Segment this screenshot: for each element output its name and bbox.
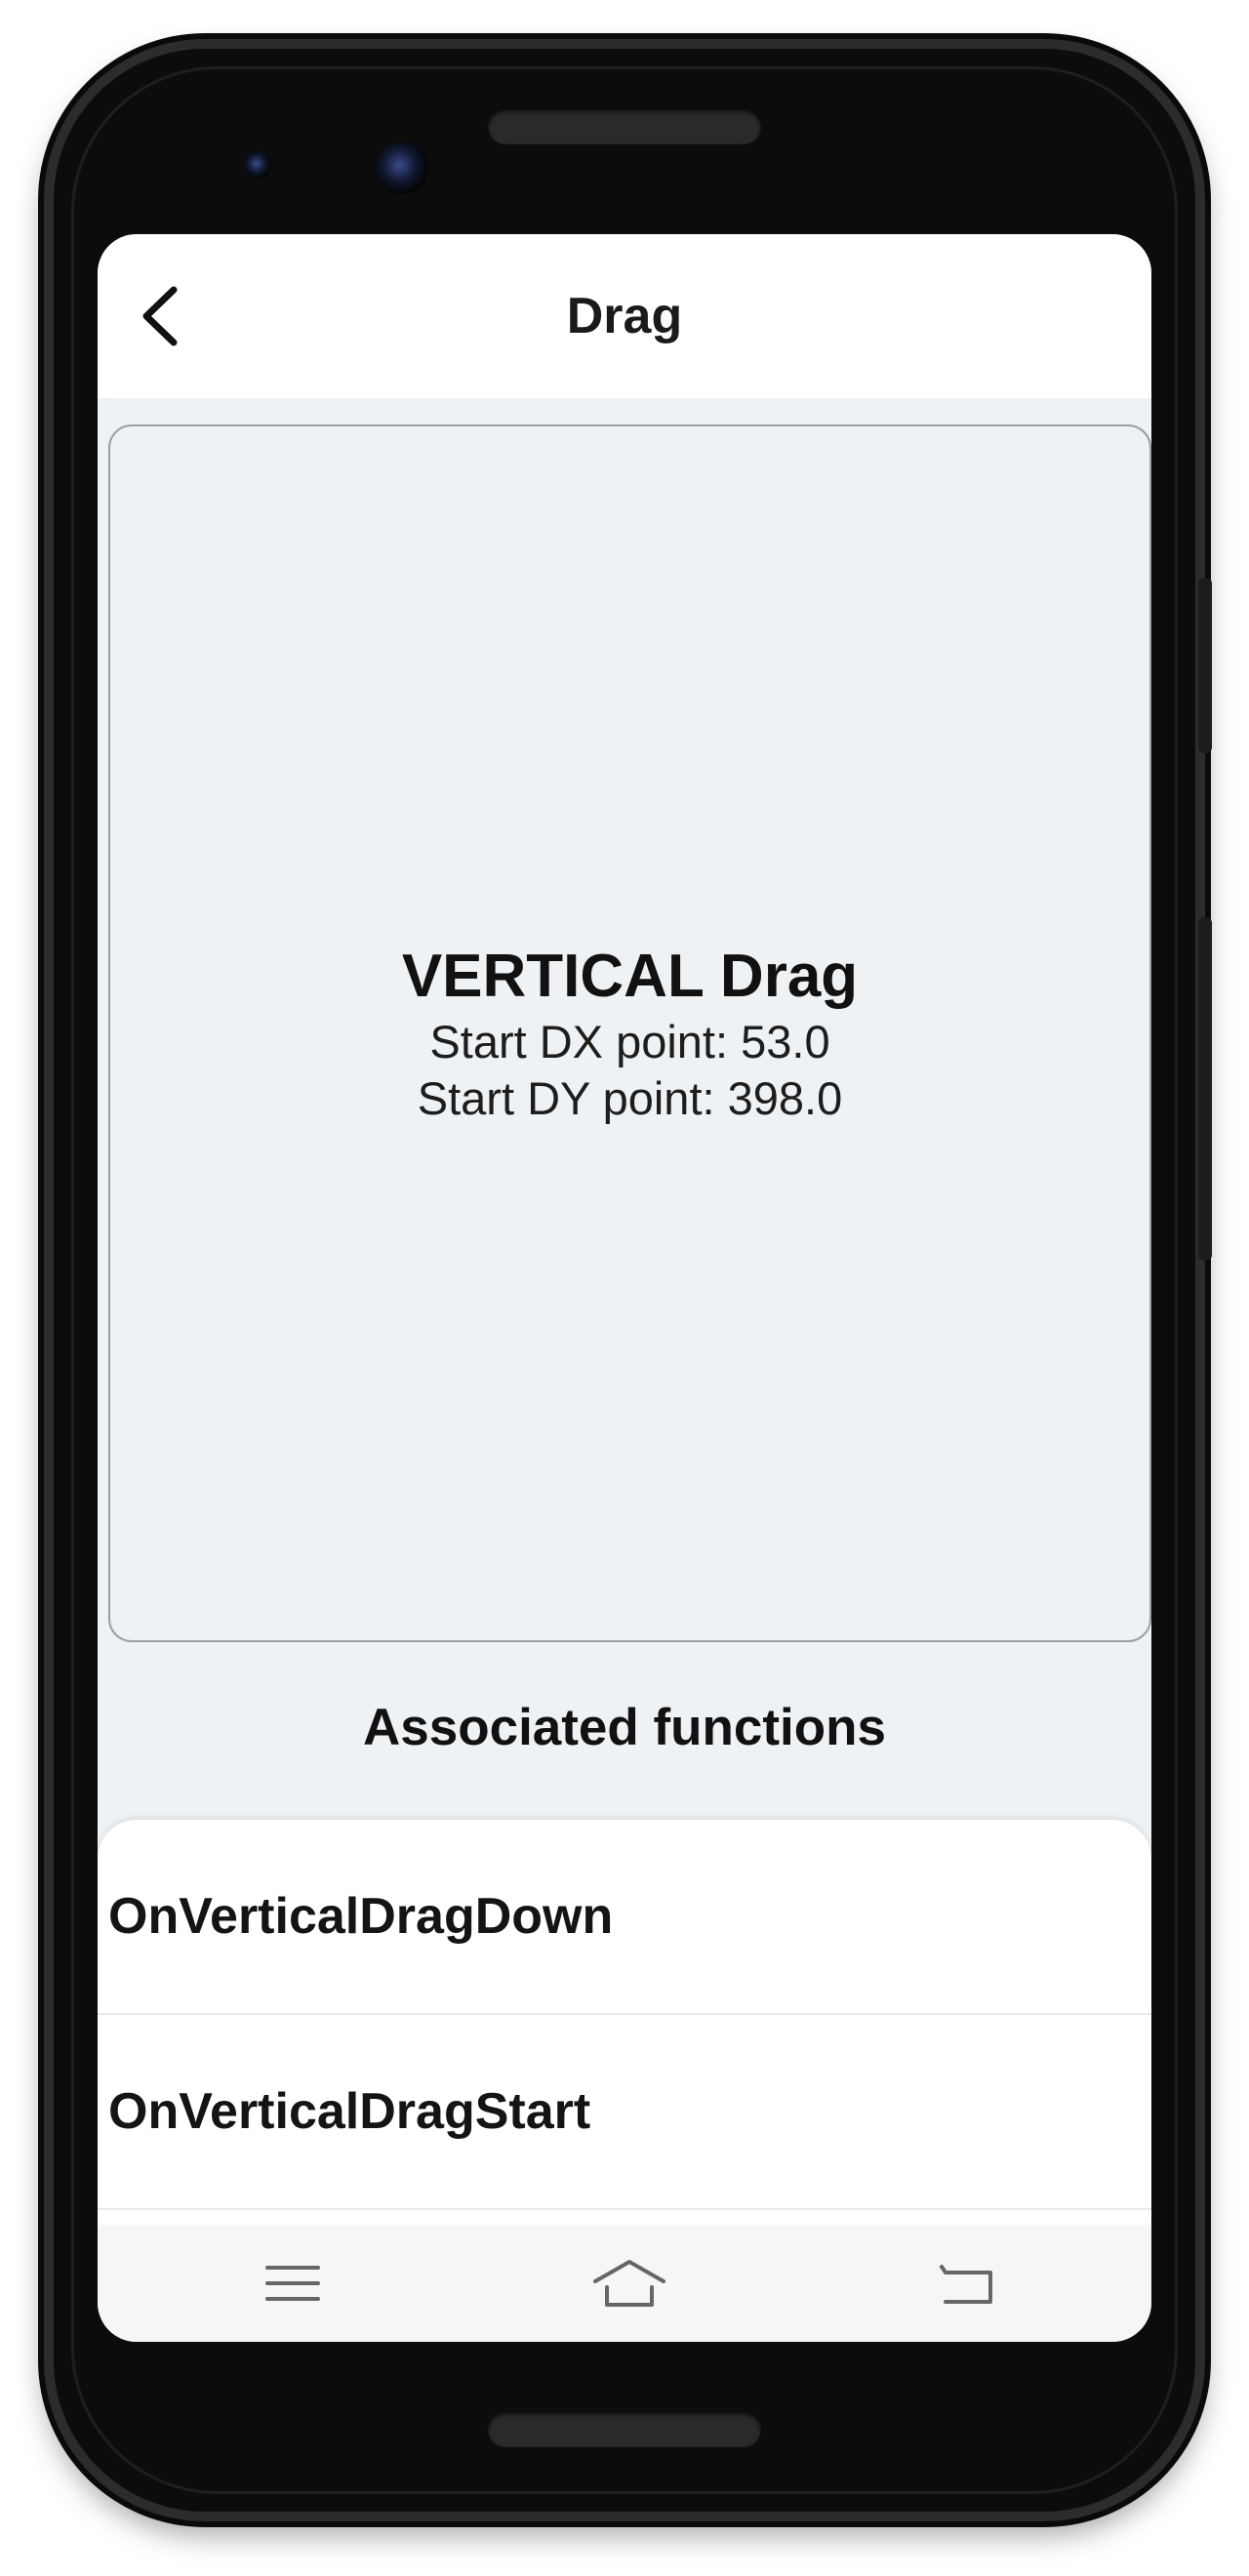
list-item[interactable]: OnVerticalDragStart: [98, 2015, 1151, 2210]
front-camera: [376, 141, 428, 194]
system-nav-bar: [98, 2225, 1151, 2342]
app-screen: Drag VERTICAL Drag Start DX point: 53.0 …: [98, 234, 1151, 2342]
proximity-sensor: [244, 151, 271, 179]
drag-area[interactable]: VERTICAL Drag Start DX point: 53.0 Start…: [108, 424, 1151, 1642]
list-item[interactable]: OnVerticalDragDown: [98, 1820, 1151, 2015]
start-dy-text: Start DY point: 398.0: [417, 1072, 843, 1124]
menu-icon: [265, 2266, 320, 2301]
app-bar: Drag: [98, 234, 1151, 398]
page-title: Drag: [566, 288, 683, 344]
back-nav-button[interactable]: [927, 2249, 1005, 2317]
menu-button[interactable]: [254, 2249, 332, 2317]
home-icon: [593, 2260, 665, 2307]
home-button[interactable]: [590, 2249, 668, 2317]
associated-functions-title: Associated functions: [363, 1698, 886, 1756]
bottom-speaker: [488, 2412, 761, 2447]
back-button[interactable]: [123, 279, 197, 353]
return-icon: [940, 2265, 992, 2304]
volume-button: [1198, 578, 1212, 753]
functions-list: OnVerticalDragDown OnVerticalDragStart: [98, 1820, 1151, 2239]
earpiece-speaker: [488, 109, 761, 144]
drag-heading: VERTICAL Drag: [401, 943, 859, 1010]
power-button: [1198, 917, 1212, 1261]
start-dx-text: Start DX point: 53.0: [429, 1016, 830, 1067]
chevron-left-icon: [142, 286, 178, 346]
